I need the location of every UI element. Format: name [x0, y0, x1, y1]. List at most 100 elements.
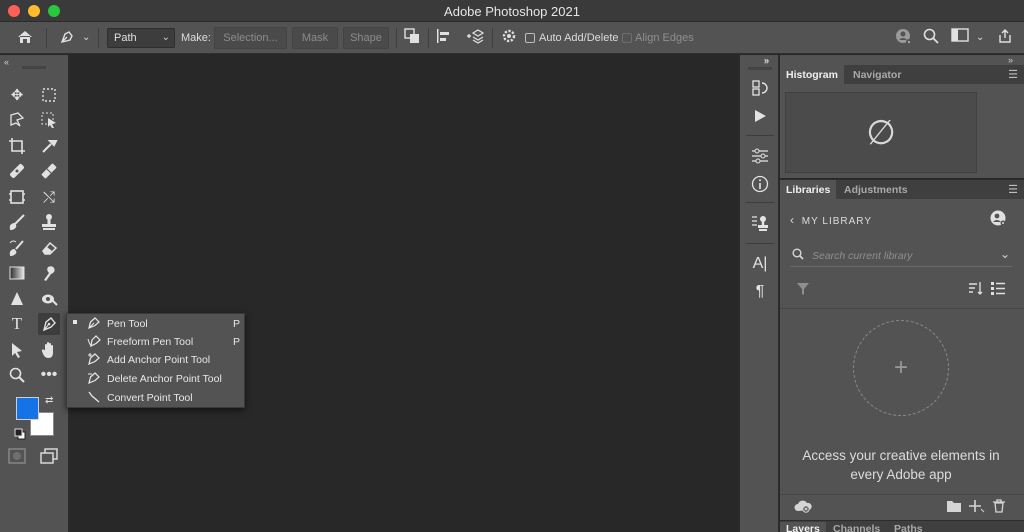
marquee-tool-icon[interactable]: [38, 84, 60, 106]
collapsed-panel-dock: » A| ¶: [739, 55, 779, 532]
type-tool-icon[interactable]: T: [6, 313, 28, 335]
paragraph-panel-icon[interactable]: ¶: [748, 281, 772, 303]
new-library-folder-icon[interactable]: [946, 499, 962, 516]
tab-libraries[interactable]: Libraries: [780, 180, 837, 199]
history-brush-tool-icon[interactable]: [6, 237, 28, 259]
blur-tool-icon[interactable]: [6, 288, 28, 310]
share-icon[interactable]: [997, 28, 1013, 50]
pen-tool-icon[interactable]: [38, 313, 60, 335]
chevron-down-icon[interactable]: ⌄: [1000, 247, 1010, 261]
clone-stamp-tool-icon[interactable]: [38, 211, 60, 233]
add-library-content-button[interactable]: +: [853, 320, 949, 416]
object-selection-tool-icon[interactable]: [38, 109, 60, 131]
patch-tool-icon[interactable]: [6, 186, 28, 208]
brush-icon[interactable]: [6, 211, 28, 233]
tab-paths[interactable]: Paths: [888, 522, 929, 532]
user-sync-icon[interactable]: [895, 28, 913, 52]
search-placeholder: Search current library: [812, 249, 913, 262]
panel-menu-icon[interactable]: ☰: [1008, 68, 1018, 81]
gear-icon[interactable]: [501, 28, 517, 50]
pen-tool-flyout-menu: Pen Tool P Freeform Pen Tool P Add Ancho…: [66, 313, 245, 408]
foreground-color-overlay[interactable]: [16, 397, 39, 420]
toolbox: « ✥ ⤭ T ••• ⇄: [0, 55, 69, 532]
library-collaborators-icon[interactable]: [990, 210, 1006, 229]
quick-mask-icon[interactable]: [6, 445, 28, 467]
brush-tool-icon[interactable]: [38, 160, 60, 182]
move-tool-icon[interactable]: ✥: [6, 84, 28, 106]
chevron-down-icon: ⌄: [161, 32, 170, 43]
path-mode-value: Path: [114, 32, 137, 44]
sort-icon[interactable]: [968, 281, 984, 298]
dock-drag-handle[interactable]: [748, 67, 772, 70]
path-alignment-icon[interactable]: [436, 28, 452, 50]
add-element-icon[interactable]: [969, 499, 985, 516]
trash-icon[interactable]: [992, 499, 1006, 516]
path-operations-icon[interactable]: [404, 28, 420, 50]
library-breadcrumb[interactable]: ‹ MY LIBRARY: [790, 213, 872, 227]
tab-layers[interactable]: Layers: [780, 522, 826, 532]
library-search-field[interactable]: Search current library ⌄: [790, 245, 1012, 267]
tab-adjustments[interactable]: Adjustments: [838, 180, 914, 199]
tab-histogram[interactable]: Histogram: [780, 65, 844, 84]
chevron-down-icon[interactable]: ⌄: [82, 28, 90, 48]
path-selection-tool-icon[interactable]: [6, 339, 28, 361]
swap-colors-icon[interactable]: ⇄: [45, 395, 53, 406]
healing-brush-tool-icon[interactable]: [6, 160, 28, 182]
make-shape-button[interactable]: Shape: [343, 27, 389, 49]
flyout-item-convert-point-tool[interactable]: Convert Point Tool: [67, 389, 246, 407]
path-arrangement-icon[interactable]: [466, 28, 485, 50]
flyout-item-add-anchor-point-tool[interactable]: Add Anchor Point Tool: [67, 351, 246, 369]
home-icon[interactable]: [16, 28, 34, 52]
screen-mode-icon[interactable]: [38, 445, 60, 467]
actions-panel-icon[interactable]: [748, 105, 772, 127]
histogram-empty-state: ∅: [785, 92, 977, 173]
list-view-icon[interactable]: [991, 281, 1005, 298]
info-panel-icon[interactable]: [748, 173, 772, 195]
properties-panel-icon[interactable]: [748, 145, 772, 167]
layer-comps-panel-icon[interactable]: [748, 212, 772, 234]
crop-tool-icon[interactable]: [6, 135, 28, 157]
eraser-tool-icon[interactable]: [38, 237, 60, 259]
libraries-footer: [780, 494, 1024, 518]
layers-tab-row: Layers Channels Paths: [780, 521, 1024, 532]
window-title: Adobe Photoshop 2021: [444, 4, 580, 19]
flyout-item-delete-anchor-point-tool[interactable]: Delete Anchor Point Tool: [67, 370, 246, 388]
filter-icon[interactable]: [797, 283, 809, 298]
document-canvas-area[interactable]: [70, 55, 738, 532]
eyedropper-tool-icon[interactable]: [38, 135, 60, 157]
flyout-item-label: Add Anchor Point Tool: [107, 354, 211, 366]
flyout-item-pen-tool[interactable]: Pen Tool P: [67, 315, 246, 333]
lasso-tool-icon[interactable]: [6, 109, 28, 131]
freeform-pen-icon: [87, 334, 101, 351]
flyout-item-freeform-pen-tool[interactable]: Freeform Pen Tool P: [67, 333, 246, 351]
hand-tool-icon[interactable]: [38, 339, 60, 361]
pen-tool-preset-icon[interactable]: [58, 28, 76, 52]
toolbox-drag-handle[interactable]: [22, 66, 46, 69]
search-icon[interactable]: [923, 28, 939, 50]
auto-add-delete-checkbox[interactable]: [525, 33, 535, 43]
library-name: MY LIBRARY: [801, 216, 872, 227]
path-mode-select[interactable]: Path ⌄: [107, 28, 175, 48]
history-panel-icon[interactable]: [748, 77, 772, 99]
collapse-right-dock-icon[interactable]: »: [1008, 55, 1013, 65]
character-panel-icon[interactable]: A|: [748, 253, 772, 275]
gradient-tool-icon[interactable]: [6, 262, 28, 284]
tab-channels[interactable]: Channels: [827, 522, 886, 532]
align-edges-checkbox[interactable]: [622, 33, 632, 43]
layers-panel: Layers Channels Paths: [780, 520, 1024, 532]
make-selection-button[interactable]: Selection...: [214, 27, 287, 49]
more-tools-icon[interactable]: •••: [38, 364, 60, 386]
dodge-tool-icon[interactable]: [38, 288, 60, 310]
zoom-tool-icon[interactable]: [6, 364, 28, 386]
chevron-down-icon[interactable]: ⌄: [976, 28, 984, 48]
content-aware-move-tool-icon[interactable]: ⤭: [38, 186, 60, 208]
collapse-toolbox-icon[interactable]: «: [4, 57, 9, 67]
tab-navigator[interactable]: Navigator: [847, 65, 907, 84]
collapse-dock-icon[interactable]: »: [764, 55, 769, 65]
workspace-icon[interactable]: [951, 28, 969, 48]
make-mask-button[interactable]: Mask: [292, 27, 338, 49]
cloud-offline-icon[interactable]: [794, 499, 812, 516]
default-colors-icon[interactable]: [14, 428, 26, 443]
panel-menu-icon[interactable]: ☰: [1008, 183, 1018, 196]
smudge-tool-icon[interactable]: [38, 262, 60, 284]
